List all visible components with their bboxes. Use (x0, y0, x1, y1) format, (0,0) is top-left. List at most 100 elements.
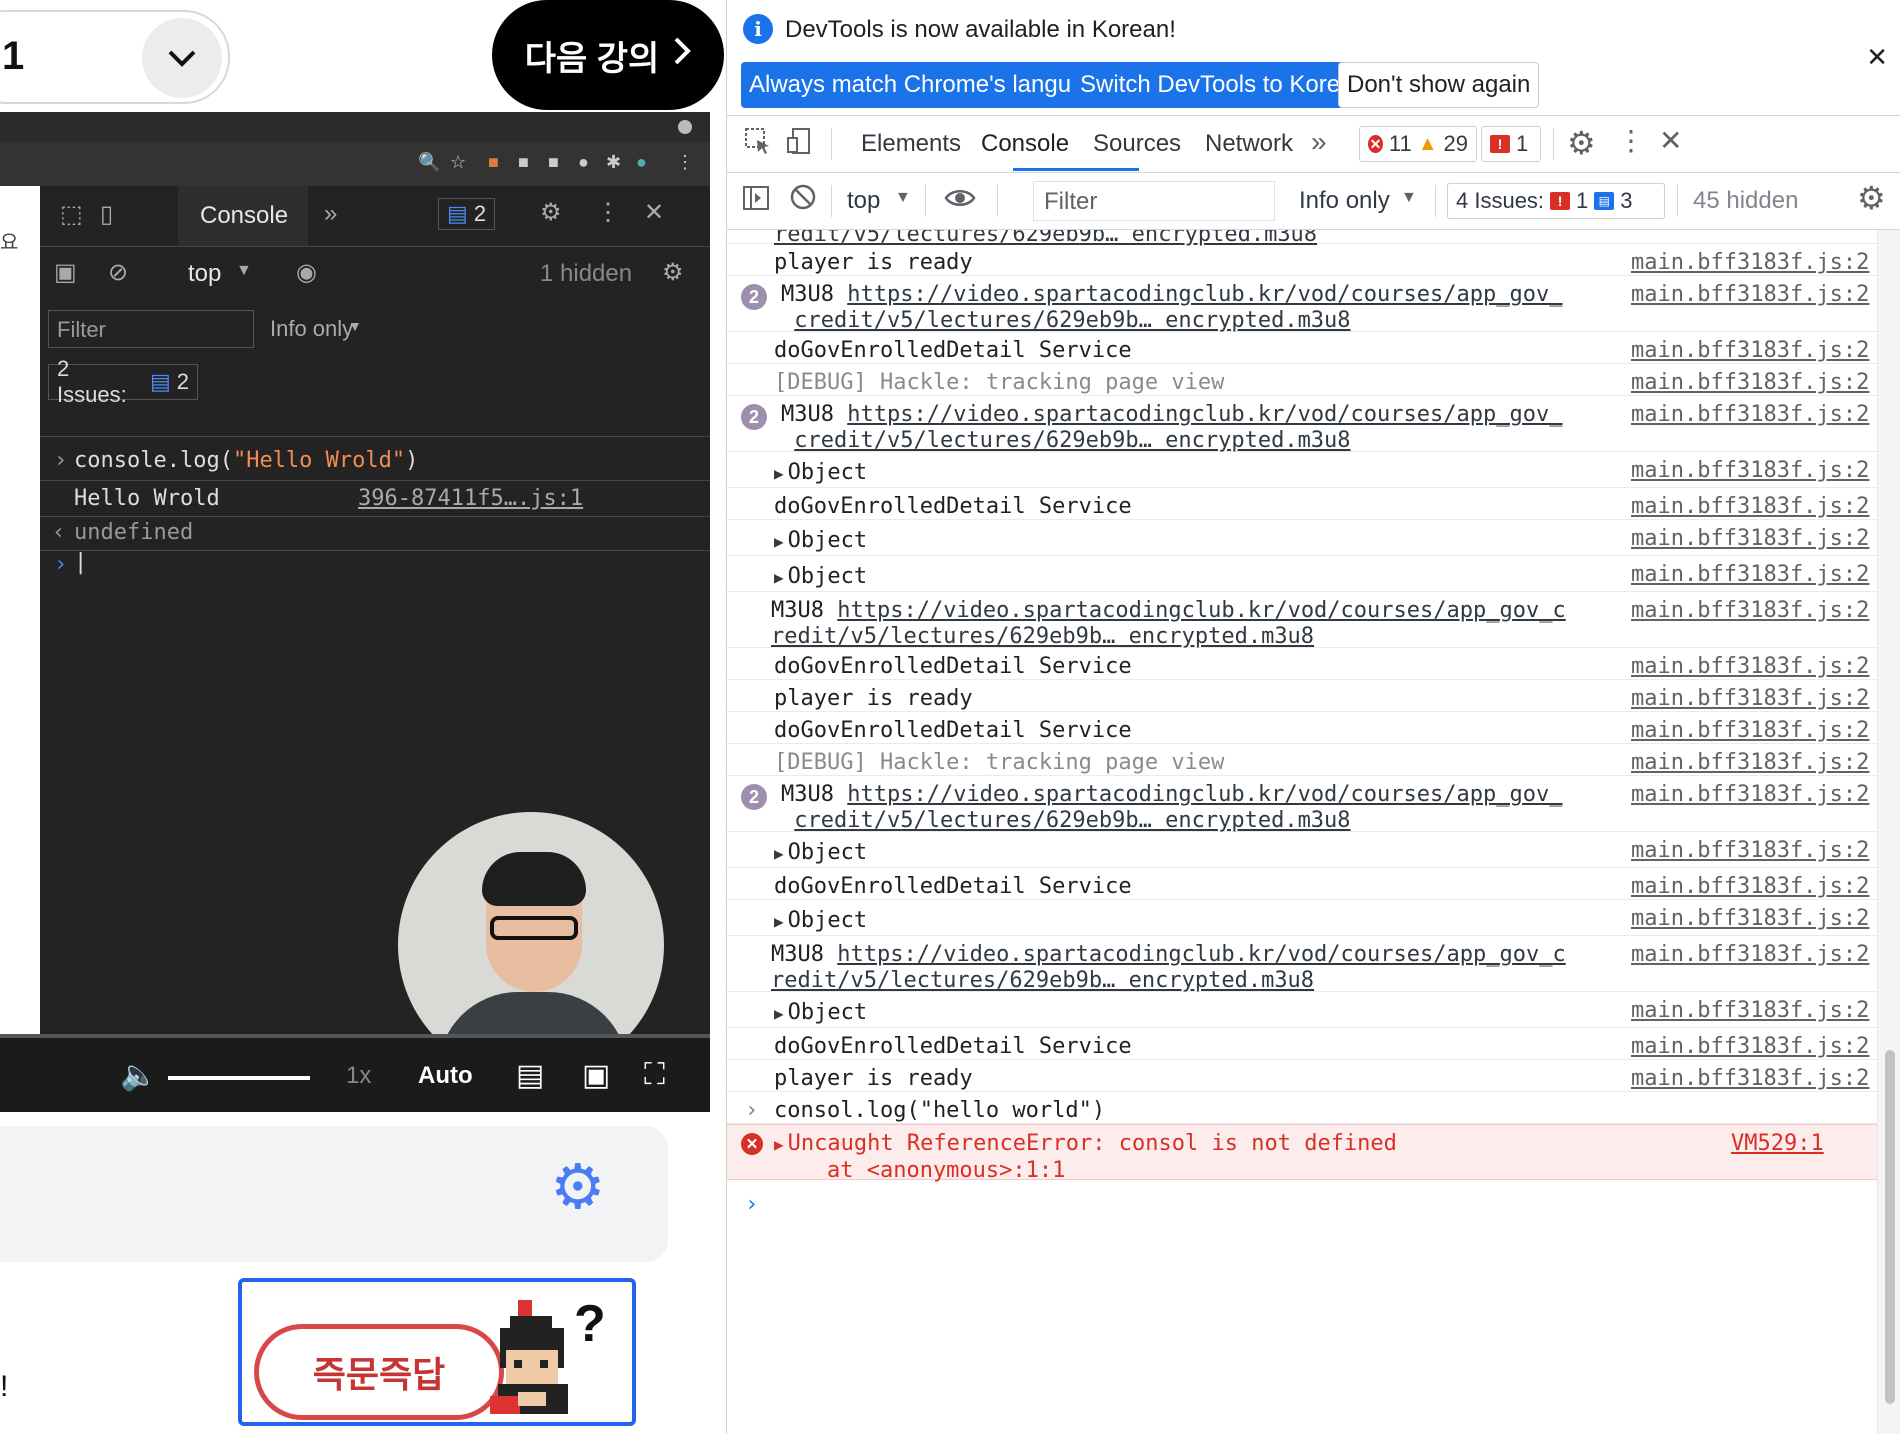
m3u8-link[interactable]: credit/v5/lectures/629eb9b… encrypted.m3… (794, 308, 1350, 333)
source-link[interactable]: main.bff3183f.js:2 (1631, 838, 1877, 864)
source-link[interactable]: main.bff3183f.js:2 (1631, 598, 1877, 624)
source-link[interactable]: main.bff3183f.js:2 (1631, 458, 1877, 484)
tab-console[interactable]: Console (981, 130, 1069, 158)
match-language-button[interactable]: Always match Chrome's language (741, 62, 1120, 108)
fullscreen-icon[interactable]: ⛶ (644, 1058, 665, 1092)
close-devtools-icon[interactable]: ✕ (1659, 124, 1682, 157)
toolbar-divider (1553, 128, 1554, 160)
source-link[interactable]: main.bff3183f.js:2 (1631, 282, 1877, 308)
lecture-select-dropdown[interactable]: 1 (0, 10, 230, 104)
active-tab-underline (1013, 168, 1139, 171)
source-link[interactable]: main.bff3183f.js:2 (1631, 998, 1877, 1024)
chevron-down-icon[interactable] (142, 18, 222, 98)
console-message[interactable]: ▶ Object main.bff3183f.js:2 (727, 992, 1877, 1028)
source-link[interactable]: main.bff3183f.js:2 (1631, 942, 1877, 968)
lecture-video-player[interactable]: 🔍 ☆ ■ ■ ■ ● ✱ ● ⋮ 요 ⬚ ▯ Console » ▤ 2 ⚙ … (0, 112, 710, 1112)
close-icon[interactable]: ✕ (1866, 42, 1888, 73)
volume-slider[interactable] (168, 1076, 310, 1080)
console-filter-input[interactable]: Filter (1033, 181, 1275, 221)
log-level-selector[interactable]: Info only (1299, 187, 1390, 215)
gear-icon[interactable]: ⚙ (1567, 124, 1596, 162)
source-link[interactable]: main.bff3183f.js:2 (1631, 402, 1877, 428)
source-link[interactable]: main.bff3183f.js:2 (1631, 654, 1877, 680)
dont-show-again-button[interactable]: Don't show again (1338, 62, 1540, 108)
switch-korean-button[interactable]: Switch DevTools to Korean (1072, 62, 1375, 108)
inspect-element-icon[interactable] (743, 126, 773, 163)
tab-sources[interactable]: Sources (1093, 130, 1181, 158)
source-link[interactable]: main.bff3183f.js:2 (1631, 250, 1877, 276)
next-lecture-label: 다음 강의 (524, 39, 660, 78)
kebab-icon[interactable]: ⋮ (1617, 124, 1645, 157)
device-toolbar-icon[interactable] (785, 126, 815, 163)
expand-triangle-icon[interactable]: ▶ (774, 568, 784, 587)
m3u8-link[interactable]: https://video.spartacodingclub.kr/vod/co… (847, 402, 1562, 427)
source-link[interactable]: main.bff3183f.js:2 (1631, 370, 1877, 396)
console-message[interactable]: ▶ Object main.bff3183f.js:2 (727, 452, 1877, 488)
source-link[interactable]: main.bff3183f.js:2 (1631, 1066, 1877, 1092)
video-controls: 🔈 1x Auto ▤ ▣ ⛶ (0, 1038, 710, 1112)
console-input[interactable] (771, 1188, 1851, 1224)
console-sidebar-icon[interactable] (741, 183, 771, 220)
expand-triangle-icon[interactable]: ▶ (774, 1135, 784, 1154)
m3u8-link[interactable]: redit/v5/lectures/629eb9b… encrypted.m3u… (771, 968, 1314, 993)
video-console-output: Hello Wrold (74, 486, 220, 511)
error-icon: ✕ (741, 1133, 763, 1155)
console-scrollbar[interactable] (1877, 230, 1900, 1434)
clear-console-icon[interactable] (789, 183, 817, 218)
tab-network[interactable]: Network (1205, 130, 1293, 158)
gear-icon[interactable]: ⚙ (550, 1157, 610, 1219)
dropdown-icon[interactable]: ▼ (895, 189, 911, 207)
volume-icon[interactable]: 🔈 (120, 1058, 157, 1093)
expand-triangle-icon[interactable]: ▶ (774, 844, 784, 863)
context-selector[interactable]: top (847, 187, 880, 215)
dropdown-icon[interactable]: ▼ (1401, 189, 1417, 207)
source-link[interactable]: main.bff3183f.js:2 (1631, 718, 1877, 744)
m3u8-link[interactable]: https://video.spartacodingclub.kr/vod/co… (837, 942, 1565, 967)
eye-icon[interactable] (943, 181, 977, 222)
source-link[interactable]: main.bff3183f.js:2 (1631, 526, 1877, 552)
m3u8-link[interactable]: https://video.spartacodingclub.kr/vod/co… (847, 282, 1562, 307)
source-link[interactable]: main.bff3183f.js:2 (1631, 338, 1877, 364)
error-source-link[interactable]: VM529:1 (1731, 1131, 1825, 1157)
source-link[interactable]: main.bff3183f.js:2 (1631, 686, 1877, 712)
source-link[interactable]: main.bff3183f.js:2 (1631, 782, 1877, 808)
source-link[interactable]: main.bff3183f.js:2 (1631, 1034, 1877, 1060)
m3u8-link[interactable]: credit/v5/lectures/629eb9b… encrypted.m3… (794, 428, 1350, 453)
error-warning-counter[interactable]: ✕ 11 ▲ 29 (1359, 126, 1477, 162)
m3u8-link[interactable]: https://video.spartacodingclub.kr/vod/co… (847, 782, 1562, 807)
source-link[interactable]: main.bff3183f.js:2 (1631, 494, 1877, 520)
issues-counter[interactable]: ! 1 (1481, 126, 1541, 162)
source-link[interactable]: main.bff3183f.js:2 (1631, 562, 1877, 588)
m3u8-link[interactable]: redit/v5/lectures/629eb9b… encrypted.m3u… (771, 624, 1314, 649)
more-tabs-icon[interactable]: » (1311, 126, 1327, 158)
source-link[interactable]: main.bff3183f.js:2 (1631, 906, 1877, 932)
console-settings-icon[interactable]: ⚙ (1857, 179, 1886, 217)
m3u8-link[interactable]: https://video.spartacodingclub.kr/vod/co… (837, 598, 1565, 623)
issues-button[interactable]: 4 Issues: ! 1 ▤ 3 (1447, 183, 1665, 219)
video-browser-titlebar (0, 112, 710, 142)
console-message[interactable]: ▶ Object main.bff3183f.js:2 (727, 900, 1877, 936)
expand-triangle-icon[interactable]: ▶ (774, 912, 784, 931)
console-message[interactable]: ▶ Object main.bff3183f.js:2 (727, 520, 1877, 556)
speed-button[interactable]: 1x (346, 1062, 371, 1090)
hidden-count: 45 hidden (1693, 187, 1799, 214)
expand-triangle-icon[interactable]: ▶ (774, 532, 784, 551)
console-message: M3U8 https://video.spartacodingclub.kr/v… (727, 592, 1877, 649)
pip-icon[interactable]: ▣ (582, 1058, 610, 1093)
console-message[interactable]: ▶ Object main.bff3183f.js:2 (727, 556, 1877, 592)
scrollbar-thumb[interactable] (1885, 1050, 1895, 1404)
expand-triangle-icon[interactable]: ▶ (774, 464, 784, 483)
m3u8-link[interactable]: credit/v5/lectures/629eb9b… encrypted.m3… (794, 808, 1350, 833)
repeat-count-badge: 2 (741, 784, 767, 810)
source-link[interactable]: main.bff3183f.js:2 (1631, 750, 1877, 776)
video-filter-placeholder: Filter (57, 317, 106, 342)
tab-elements[interactable]: Elements (861, 130, 961, 158)
source-link[interactable]: main.bff3183f.js:2 (1631, 874, 1877, 900)
close-icon: ✕ (644, 199, 665, 226)
next-lecture-button[interactable]: 다음 강의 (492, 0, 724, 110)
qa-banner[interactable]: 즉문즉답 ? (238, 1278, 636, 1426)
console-message[interactable]: ▶ Object main.bff3183f.js:2 (727, 832, 1877, 868)
subtitles-icon[interactable]: ▤ (516, 1058, 544, 1093)
quality-button[interactable]: Auto (418, 1062, 473, 1090)
expand-triangle-icon[interactable]: ▶ (774, 1004, 784, 1023)
